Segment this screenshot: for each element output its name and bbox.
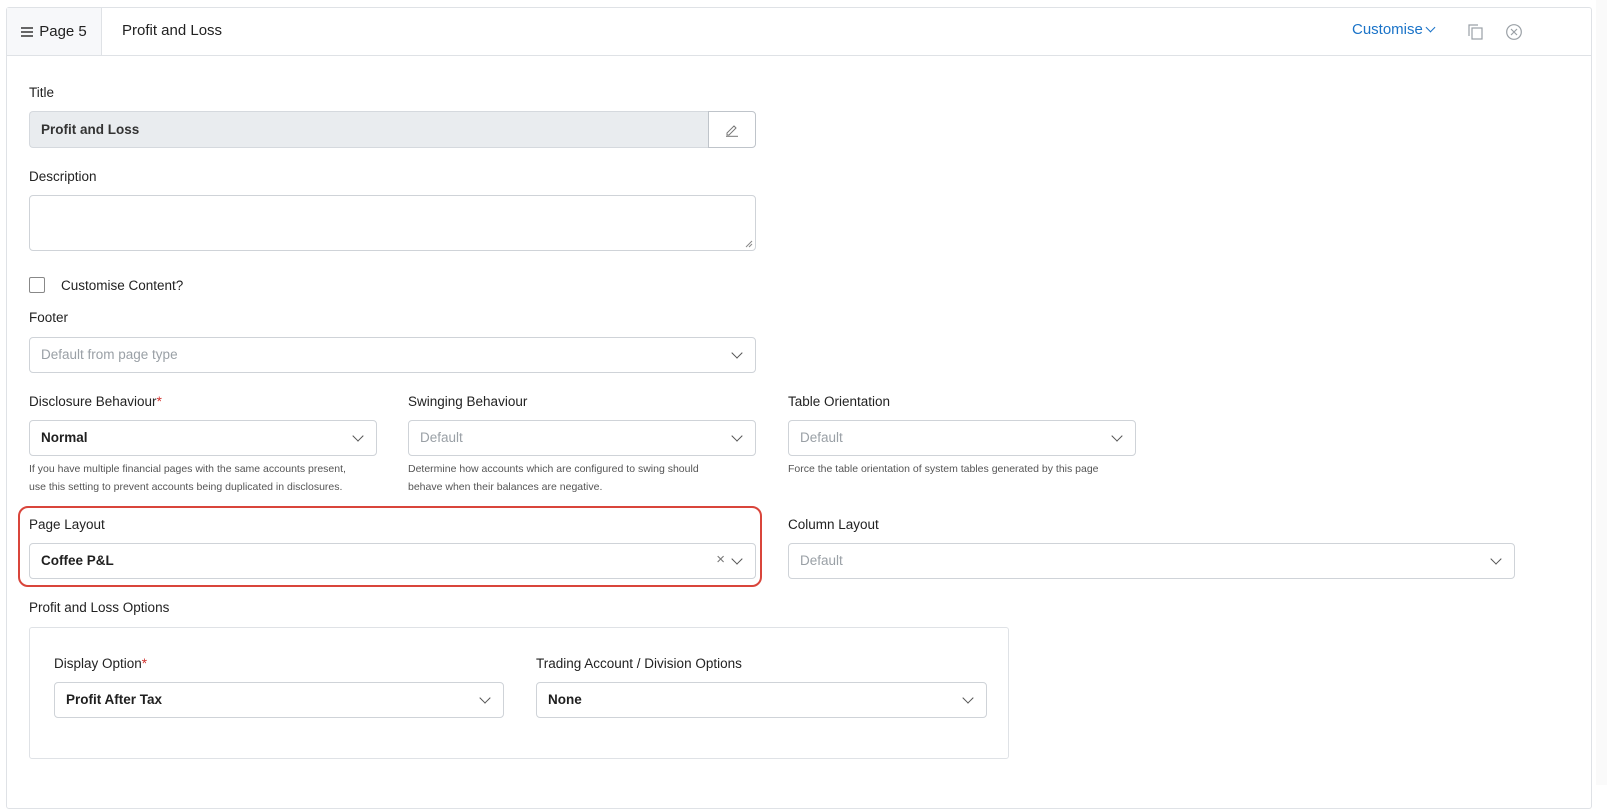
- scrollbar[interactable]: [1596, 0, 1607, 785]
- chevron-down-icon: [1111, 430, 1123, 442]
- page-layout-select[interactable]: Coffee P&L ×: [29, 543, 756, 579]
- disclosure-behaviour-text: Disclosure Behaviour: [29, 394, 157, 409]
- edit-title-button[interactable]: [708, 111, 756, 148]
- customise-content-label: Customise Content?: [61, 278, 184, 293]
- page-card: Page 5 Profit and Loss Customise Title P…: [6, 7, 1592, 809]
- display-option-value: Profit After Tax: [66, 692, 163, 707]
- pencil-icon: [726, 125, 738, 137]
- swinging-help-line: behave when their balances are negative.: [408, 481, 603, 493]
- page-title: Profit and Loss: [122, 22, 223, 39]
- title-label: Title: [29, 85, 55, 100]
- required-marker: *: [156, 394, 162, 409]
- disclosure-help-text: If you have multiple financial pages wit…: [29, 460, 346, 496]
- chevron-down-icon: [1425, 22, 1436, 33]
- chevron-down-icon: [352, 430, 364, 442]
- swinging-help-text: Determine how accounts which are configu…: [408, 460, 699, 496]
- column-layout-label: Column Layout: [788, 517, 879, 532]
- disclosure-help-line: use this setting to prevent accounts bei…: [29, 481, 343, 493]
- page-layout-value: Coffee P&L: [41, 553, 114, 568]
- close-icon[interactable]: [1505, 23, 1523, 41]
- page-number-label: Page 5: [39, 23, 87, 40]
- pl-options-panel: Display Option* Profit After Tax Trading…: [29, 627, 1009, 759]
- table-orientation-label: Table Orientation: [788, 394, 891, 409]
- swinging-behaviour-select[interactable]: Default: [408, 420, 756, 456]
- description-textarea[interactable]: [29, 195, 756, 251]
- trading-account-value: None: [548, 692, 582, 707]
- display-option-label: Display Option*: [54, 656, 147, 671]
- display-option-select[interactable]: Profit After Tax: [54, 682, 504, 718]
- clear-icon[interactable]: ×: [716, 551, 725, 568]
- title-field: Profit and Loss: [29, 111, 709, 148]
- trading-account-label: Trading Account / Division Options: [536, 656, 742, 671]
- footer-placeholder: Default from page type: [41, 347, 178, 362]
- page-header: Page 5 Profit and Loss Customise: [7, 8, 1591, 56]
- table-orientation-placeholder: Default: [800, 430, 843, 445]
- chevron-down-icon: [479, 692, 491, 704]
- table-orientation-select[interactable]: Default: [788, 420, 1136, 456]
- copy-icon[interactable]: [1467, 24, 1483, 40]
- disclosure-behaviour-select[interactable]: Normal: [29, 420, 377, 456]
- pl-options-label: Profit and Loss Options: [29, 600, 170, 615]
- chevron-down-icon: [1490, 553, 1502, 565]
- page-layout-label: Page Layout: [29, 517, 105, 532]
- description-label: Description: [29, 169, 97, 184]
- disclosure-behaviour-value: Normal: [41, 430, 88, 445]
- customise-content-checkbox[interactable]: [29, 277, 45, 293]
- table-orientation-help-text: Force the table orientation of system ta…: [788, 463, 1099, 475]
- page-tab[interactable]: Page 5: [7, 8, 102, 55]
- drag-handle-icon[interactable]: [21, 27, 34, 37]
- footer-label: Footer: [29, 310, 69, 325]
- disclosure-help-line: If you have multiple financial pages wit…: [29, 463, 346, 475]
- swinging-behaviour-placeholder: Default: [420, 430, 463, 445]
- resize-handle-icon[interactable]: [745, 240, 753, 248]
- required-marker: *: [141, 656, 148, 671]
- title-value: Profit and Loss: [41, 122, 140, 137]
- swinging-behaviour-label: Swinging Behaviour: [408, 394, 528, 409]
- column-layout-select[interactable]: Default: [788, 543, 1515, 579]
- customise-dropdown[interactable]: Customise: [1352, 21, 1436, 38]
- footer-select[interactable]: Default from page type: [29, 337, 756, 373]
- swinging-help-line: Determine how accounts which are configu…: [408, 463, 699, 475]
- chevron-down-icon: [731, 553, 743, 565]
- customise-label: Customise: [1352, 21, 1423, 38]
- chevron-down-icon: [962, 692, 974, 704]
- display-option-text: Display Option: [54, 656, 142, 671]
- trading-account-select[interactable]: None: [536, 682, 987, 718]
- disclosure-behaviour-label: Disclosure Behaviour*: [29, 394, 162, 409]
- column-layout-placeholder: Default: [800, 553, 843, 568]
- chevron-down-icon: [731, 430, 743, 442]
- chevron-down-icon: [731, 347, 743, 359]
